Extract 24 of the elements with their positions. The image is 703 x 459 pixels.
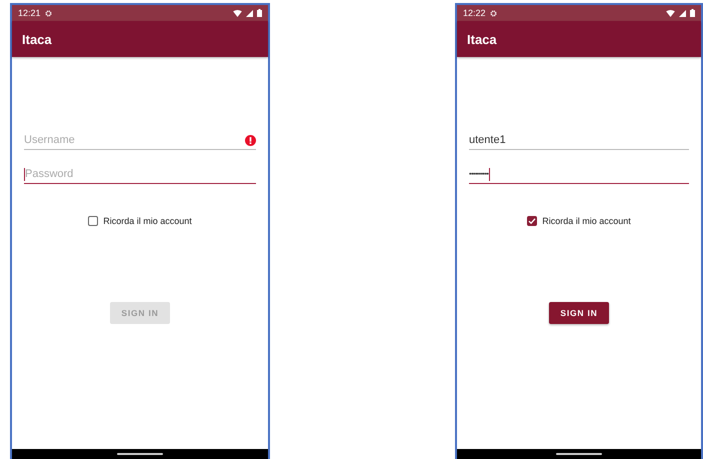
checkbox-label: Ricorda il mio account [542,216,631,226]
battery-icon [257,9,262,17]
wifi-icon [666,10,675,16]
signal-icon [679,10,686,16]
home-handle[interactable] [117,453,163,455]
wifi-icon [233,10,242,16]
settings-icon [490,10,497,16]
battery-icon [690,9,695,17]
field-value: utente1 [469,134,506,146]
error-icon [245,134,256,146]
sign-in-button[interactable]: SIGN IN [549,302,609,324]
signal-icon [246,10,253,16]
checkbox[interactable] [527,216,538,226]
field-placeholder: Password [25,168,74,180]
checkbox[interactable] [88,216,98,226]
username-field[interactable]: utente1 [469,131,689,150]
status-time: 12:21 [18,8,41,18]
home-handle[interactable] [556,453,602,455]
field-placeholder: Username [24,134,75,146]
status-time: 12:22 [463,8,486,18]
settings-icon [44,10,52,16]
checkbox-label: Ricorda il mio account [103,216,192,226]
app-title: Itaca [467,32,497,46]
app-title: Itaca [22,32,52,46]
